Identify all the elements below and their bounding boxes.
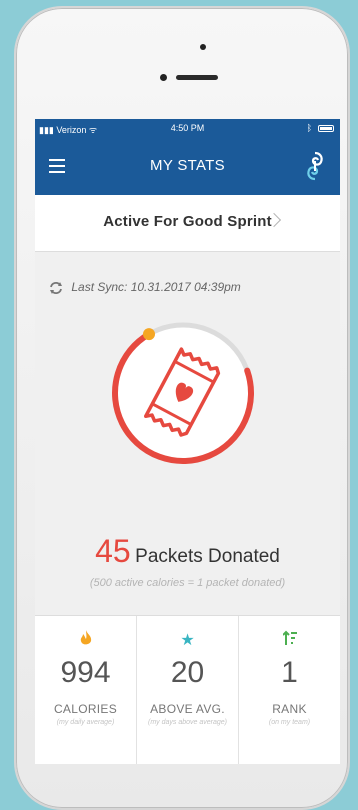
earpiece-speaker [176, 75, 218, 80]
rank-icon [239, 630, 340, 654]
event-name: Active For Good Sprint [103, 213, 272, 230]
nav-bar: MY STATS [35, 139, 340, 195]
last-sync: Last Sync: 10.31.2017 04:39pm [49, 280, 241, 295]
stats-panel: 994 CALORIES (my daily average) ★ 20 ABO… [35, 615, 340, 764]
stat-above-avg-label: ABOVE AVG. [150, 702, 225, 716]
stat-rank-label: RANK [272, 702, 307, 716]
stat-rank[interactable]: 1 RANK (on my team) [239, 616, 340, 764]
conversion-note: (500 active calories = 1 packet donated) [89, 577, 286, 589]
flame-icon [35, 630, 136, 654]
event-selector[interactable]: Active For Good Sprint [35, 195, 340, 252]
bluetooth-icon: ᛒ [306, 123, 312, 133]
stat-calories-sub: (my daily average) [56, 719, 115, 726]
battery-icon [318, 125, 334, 132]
app-logo-icon[interactable] [304, 151, 326, 181]
stat-calories[interactable]: 994 CALORIES (my daily average) [35, 616, 137, 764]
packets-label: Packets Donated [135, 546, 280, 567]
stat-above-avg-value: 20 [170, 656, 205, 689]
status-time: 4:50 PM [170, 123, 205, 133]
packets-count: 45 [95, 533, 131, 569]
front-camera [200, 44, 206, 50]
ring-progress-marker [143, 328, 155, 341]
last-sync-text: Last Sync: 10.31.2017 04:39pm [71, 280, 241, 294]
app-screen: ▮▮▮ Verizon ᯤ 4:50 PM ᛒ MY STATS Active … [35, 119, 340, 764]
status-bar: ▮▮▮ Verizon ᯤ 4:50 PM ᛒ [35, 119, 340, 139]
sync-icon[interactable] [49, 281, 63, 295]
star-icon: ★ [180, 632, 195, 649]
proximity-sensor [160, 74, 167, 81]
stat-calories-value: 994 [60, 656, 111, 689]
stat-calories-label: CALORIES [53, 702, 118, 716]
packets-donated: 45 Packets Donated [35, 533, 340, 570]
stat-rank-sub: (on my team) [268, 719, 311, 726]
stat-above-avg[interactable]: ★ 20 ABOVE AVG. (my days above average) [137, 616, 239, 764]
donation-progress-ring [112, 322, 254, 464]
stat-rank-value: 1 [281, 656, 298, 689]
page-title: MY STATS [150, 157, 225, 174]
stat-above-avg-sub: (my days above average) [148, 719, 227, 726]
